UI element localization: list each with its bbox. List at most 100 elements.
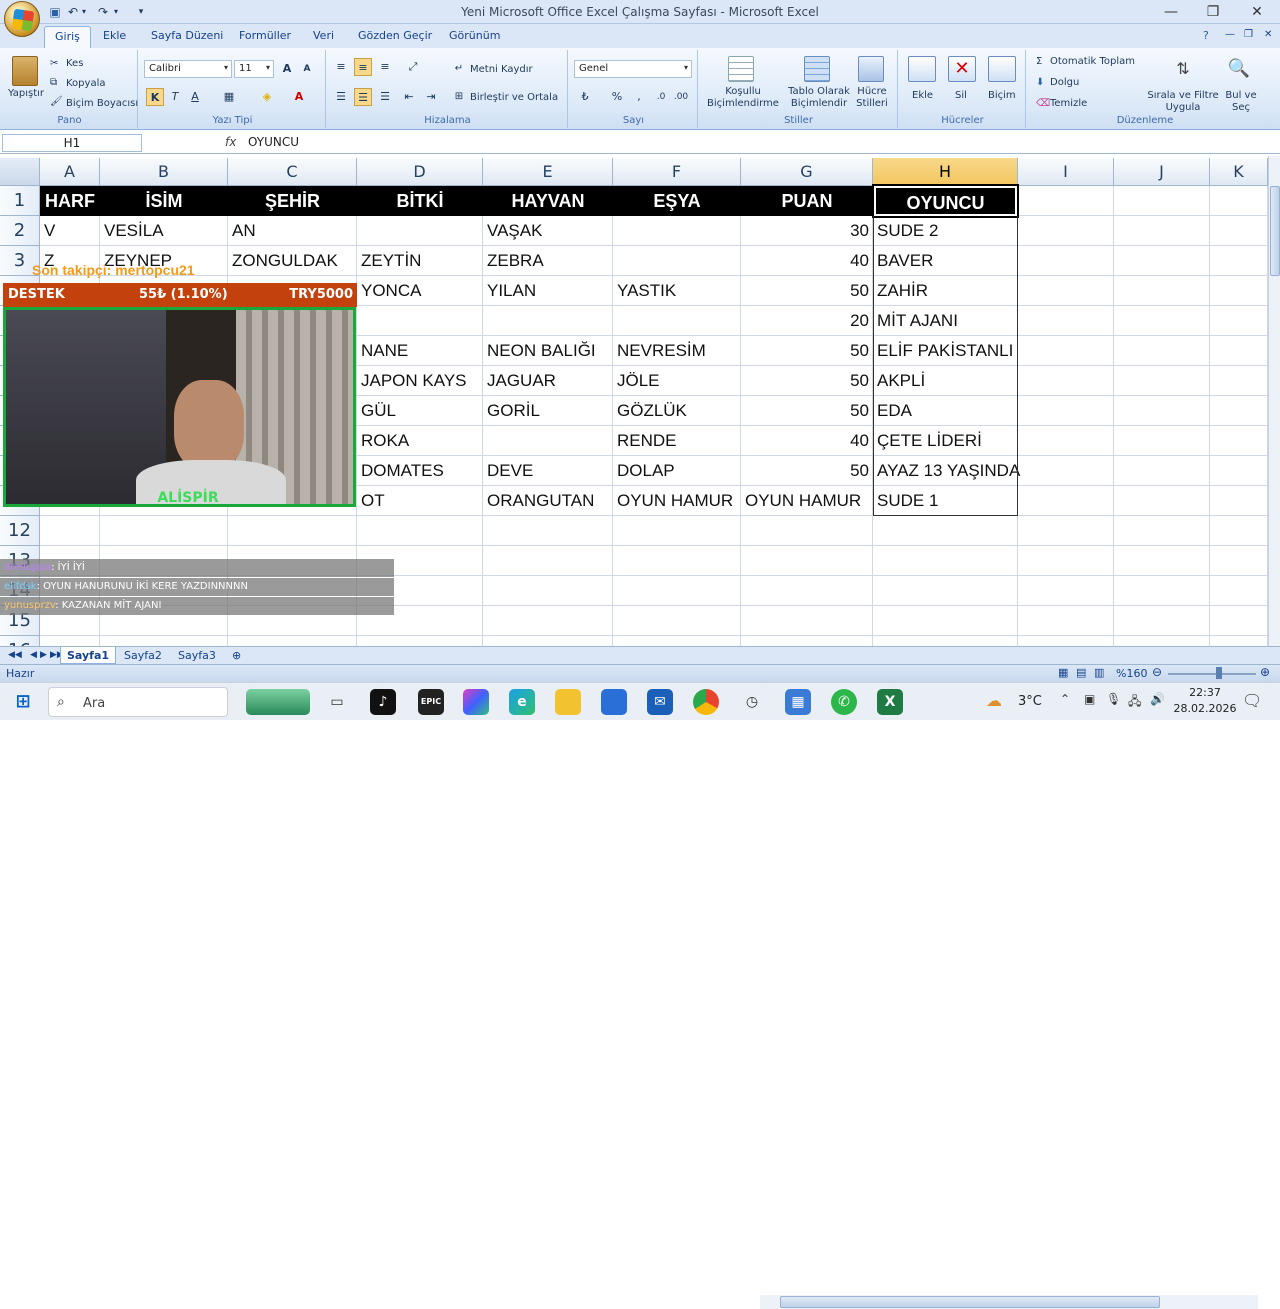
cell-g10[interactable]: 50 — [741, 456, 873, 486]
number-format-dropdown[interactable]: Genel — [574, 60, 692, 78]
align-middle-icon[interactable]: ≡ — [354, 58, 372, 76]
cell-g5[interactable]: 20 — [741, 306, 873, 336]
tab-gorunum[interactable]: Görünüm — [449, 29, 500, 42]
increase-indent-icon[interactable]: ⇥ — [422, 88, 440, 106]
header-cell-e1[interactable]: HAYVAN — [483, 186, 613, 216]
decrease-decimal-icon[interactable]: .00 — [672, 88, 690, 106]
align-left-icon[interactable]: ☰ — [332, 88, 350, 106]
tab-giris[interactable]: Giriş — [44, 26, 91, 48]
normal-view-icon[interactable]: ▦ — [1058, 666, 1068, 679]
column-header-g[interactable]: G — [741, 158, 873, 186]
find-select-icon[interactable]: 🔍 — [1226, 56, 1252, 82]
delete-button[interactable]: Sil — [955, 90, 967, 101]
sheet-tab-sayfa1[interactable]: Sayfa1 — [60, 647, 117, 664]
merge-center-icon[interactable]: ⊞ — [450, 88, 468, 106]
zoom-level[interactable]: %160 — [1116, 667, 1147, 680]
cell-styles-button[interactable]: Hücre Stilleri — [850, 86, 894, 110]
notifications-icon[interactable]: 🗨 — [1242, 691, 1262, 710]
outlook-icon[interactable]: ✉ — [647, 689, 673, 715]
tab-sayfa-duzeni[interactable]: Sayfa Düzeni — [151, 29, 223, 42]
column-header-c[interactable]: C — [228, 158, 357, 186]
wrap-text-button[interactable]: Metni Kaydır — [470, 64, 533, 75]
insert-button[interactable]: Ekle — [912, 90, 933, 101]
column-header-h[interactable]: H — [873, 158, 1018, 186]
sheet-tab-sayfa3[interactable]: Sayfa3 — [172, 647, 222, 664]
format-painter-icon[interactable]: 🖌 — [50, 96, 63, 107]
autosum-button[interactable]: Otomatik Toplam — [1050, 56, 1135, 67]
bold-button[interactable]: K — [146, 88, 164, 106]
ribbon-minimize-icon[interactable]: — — [1225, 29, 1235, 40]
wrap-text-icon[interactable]: ↵ — [450, 60, 468, 78]
office-button[interactable] — [4, 1, 40, 37]
font-name-dropdown[interactable]: Calibri — [144, 60, 232, 78]
cell-e2[interactable]: VAŞAK — [483, 216, 783, 246]
cell-g3[interactable]: 40 — [741, 246, 873, 276]
column-header-a[interactable]: A — [40, 158, 100, 186]
orientation-icon[interactable]: ⤢ — [404, 58, 422, 76]
weather-icon[interactable]: ☁ — [986, 691, 1002, 710]
header-cell-c1[interactable]: ŞEHİR — [228, 186, 357, 216]
fill-color-icon[interactable]: ◈ — [258, 88, 276, 106]
cell-g2[interactable]: 30 — [741, 216, 873, 246]
cell-e3[interactable]: ZEBRA — [483, 246, 783, 276]
cell-d9[interactable]: ROKA — [357, 426, 653, 456]
row-header-16[interactable]: 16 — [0, 636, 40, 646]
row-header-12[interactable]: 12 — [0, 516, 40, 546]
header-cell-b1[interactable]: İSİM — [100, 186, 228, 216]
column-header-e[interactable]: E — [483, 158, 613, 186]
format-cells-icon[interactable] — [988, 56, 1016, 82]
horizontal-scroll-thumb[interactable] — [780, 1296, 1160, 1308]
paste-button[interactable]: Yapıştır — [8, 88, 44, 99]
task-view-icon[interactable]: ▭ — [324, 689, 350, 715]
clock-app-icon[interactable]: ◷ — [739, 689, 765, 715]
edge-icon[interactable]: e — [509, 689, 535, 715]
tab-veri[interactable]: Veri — [313, 29, 334, 42]
widgets-icon[interactable] — [246, 689, 310, 715]
tab-formuller[interactable]: Formüller — [239, 29, 291, 42]
column-header-i[interactable]: I — [1018, 158, 1114, 186]
zoom-slider[interactable] — [1168, 673, 1256, 675]
merge-center-button[interactable]: Birleştir ve Ortala — [470, 92, 558, 103]
cut-button[interactable]: Kes — [66, 58, 83, 69]
cell-g8[interactable]: 50 — [741, 396, 873, 426]
format-painter-button[interactable]: Biçim Boyacısı — [66, 98, 138, 109]
vertical-scroll-thumb[interactable] — [1270, 186, 1280, 276]
minimize-button[interactable]: — — [1156, 3, 1186, 21]
cell-g7[interactable]: 50 — [741, 366, 873, 396]
close-button[interactable]: ✕ — [1242, 3, 1272, 21]
align-bottom-icon[interactable]: ≡ — [376, 58, 394, 76]
column-header-j[interactable]: J — [1114, 158, 1210, 186]
font-size-dropdown[interactable]: 11 — [234, 60, 274, 78]
zoom-slider-thumb[interactable] — [1216, 667, 1222, 679]
taskbar-search[interactable]: ⌕ Ara — [48, 687, 228, 717]
borders-icon[interactable]: ▦ — [220, 88, 238, 106]
fill-icon[interactable]: ⬇ — [1036, 77, 1044, 88]
format-button[interactable]: Biçim — [988, 90, 1016, 101]
italic-button[interactable]: T — [166, 88, 184, 106]
copilot-icon[interactable] — [463, 689, 489, 715]
row-header-1[interactable]: 1 — [0, 186, 40, 216]
name-box[interactable]: H1 — [2, 134, 142, 152]
zoom-out-icon[interactable]: ⊖ — [1152, 665, 1162, 679]
fx-button[interactable]: fx — [225, 135, 236, 149]
header-cell-h1[interactable]: OYUNCU — [872, 184, 1019, 218]
grow-font-icon[interactable]: A — [278, 60, 296, 78]
excel-taskbar-icon[interactable]: X — [877, 689, 903, 715]
paste-icon[interactable] — [12, 56, 38, 86]
format-as-table-button[interactable]: Tablo Olarak Biçimlendir — [782, 86, 856, 110]
page-layout-icon[interactable]: ▤ — [1076, 666, 1086, 679]
conditional-format-button[interactable]: Koşullu Biçimlendirme — [706, 86, 780, 110]
help-icon[interactable]: ? — [1203, 29, 1209, 42]
decrease-indent-icon[interactable]: ⇤ — [400, 88, 418, 106]
whatsapp-icon[interactable]: ✆ — [831, 689, 857, 715]
autosum-icon[interactable]: Σ — [1036, 56, 1042, 67]
column-header-k[interactable]: K — [1210, 158, 1268, 186]
sheet-tab-sayfa2[interactable]: Sayfa2 — [118, 647, 168, 664]
horizontal-scrollbar[interactable] — [760, 1295, 1258, 1309]
delete-cells-icon[interactable]: ✕ — [948, 56, 976, 82]
conditional-format-icon[interactable] — [728, 56, 754, 82]
cell-g6[interactable]: 50 — [741, 336, 873, 366]
insert-cells-icon[interactable] — [908, 56, 936, 82]
clock-date[interactable]: 28.02.2026 — [1172, 702, 1238, 715]
microphone-icon[interactable]: 🎙 — [1106, 692, 1121, 706]
